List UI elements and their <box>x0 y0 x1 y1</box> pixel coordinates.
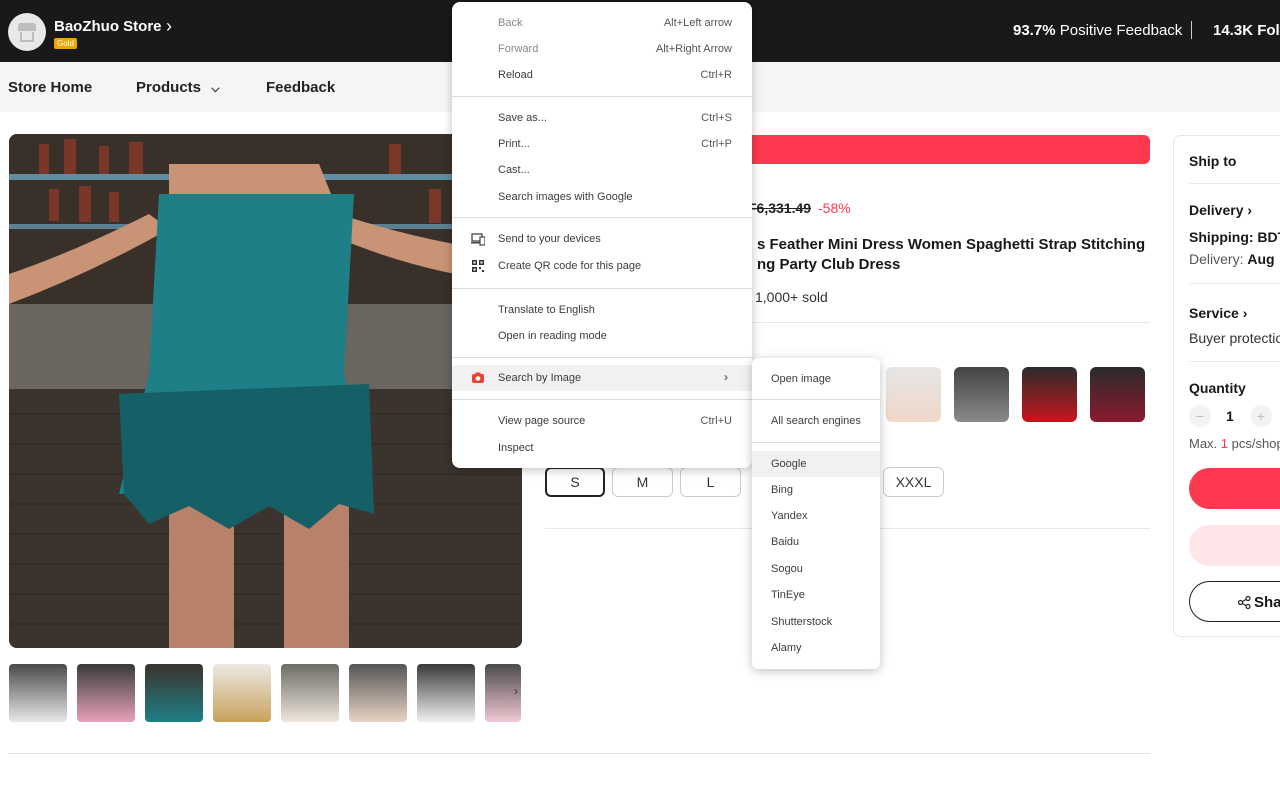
add-to-cart-button[interactable] <box>1189 525 1280 566</box>
nav-products-label: Products <box>136 79 202 96</box>
promo-banner <box>700 135 1150 164</box>
menu-item-back[interactable]: Back Alt+Left arrow <box>452 10 752 36</box>
product-title: s Feather Mini Dress Women Spaghetti Str… <box>757 236 1146 273</box>
discount-badge: -58% <box>818 200 851 216</box>
color-option-champagne[interactable] <box>886 367 941 422</box>
chevron-right-icon: › <box>1247 202 1253 218</box>
quantity-decrease-button[interactable]: − <box>1189 405 1211 427</box>
color-option-burgundy[interactable] <box>1090 367 1145 422</box>
delivery-estimate: Delivery: Aug <box>1189 251 1275 267</box>
submenu-item-alamy[interactable]: Alamy <box>752 635 880 661</box>
menu-item-reading-mode[interactable]: Open in reading mode <box>452 323 752 349</box>
divider <box>1189 183 1280 184</box>
sold-count: 1,000+ sold <box>755 289 828 305</box>
size-option-m[interactable]: M <box>612 467 673 497</box>
menu-separator <box>752 399 880 400</box>
menu-separator <box>452 288 752 289</box>
thumbnail-2[interactable] <box>77 664 135 722</box>
menu-item-cast[interactable]: Cast... <box>452 157 752 183</box>
submenu-item-bing[interactable]: Bing <box>752 477 880 503</box>
menu-separator <box>452 217 752 218</box>
submenu-item-open-image[interactable]: Open image <box>752 366 880 392</box>
nav-feedback[interactable]: Feedback <box>266 79 335 96</box>
menu-item-search-images-google[interactable]: Search images with Google <box>452 184 752 210</box>
search-by-image-submenu: Open image All search engines Google Bin… <box>752 358 880 669</box>
thumbnail-strip: › <box>9 664 521 722</box>
share-icon <box>1238 596 1251 609</box>
quantity-value[interactable]: 1 <box>1226 408 1234 424</box>
chevron-right-icon[interactable]: › <box>166 16 172 37</box>
delivery-label[interactable]: Delivery › <box>1189 202 1252 218</box>
menu-item-create-qr[interactable]: Create QR code for this page <box>452 253 752 279</box>
camera-icon <box>472 372 484 383</box>
thumbnail-6[interactable] <box>349 664 407 722</box>
original-price: F6,331.49 <box>748 200 812 216</box>
share-button[interactable]: Sha <box>1189 581 1280 622</box>
gold-badge: Gold <box>54 38 77 49</box>
size-option-s[interactable]: S <box>545 467 605 497</box>
positive-feedback-stat: 93.7% Positive Feedback <box>1013 22 1182 39</box>
submenu-item-yandex[interactable]: Yandex <box>752 503 880 529</box>
thumbnail-4[interactable] <box>213 664 271 722</box>
menu-item-save-as[interactable]: Save as... Ctrl+S <box>452 105 752 131</box>
submenu-item-google[interactable]: Google <box>752 451 880 477</box>
store-logo[interactable] <box>8 13 46 51</box>
thumbnail-1[interactable] <box>9 664 67 722</box>
menu-item-send-to-devices[interactable]: Send to your devices <box>452 226 752 252</box>
store-name[interactable]: BaoZhuo Store <box>54 18 162 35</box>
ship-to-label[interactable]: Ship to <box>1189 153 1236 169</box>
service-label[interactable]: Service › <box>1189 305 1247 321</box>
feedback-value: 93.7% <box>1013 22 1056 39</box>
chevron-right-icon[interactable]: › <box>509 684 521 702</box>
divider <box>1189 283 1280 284</box>
submenu-item-shutterstock[interactable]: Shutterstock <box>752 609 880 635</box>
divider <box>752 322 1150 323</box>
thumbnail-7[interactable] <box>417 664 475 722</box>
submenu-item-sogou[interactable]: Sogou <box>752 556 880 582</box>
max-quantity-note: Max. 1 pcs/shop <box>1189 436 1280 451</box>
menu-separator <box>752 442 880 443</box>
quantity-increase-button[interactable]: + <box>1250 405 1272 427</box>
stat-divider <box>1191 21 1192 39</box>
menu-item-print[interactable]: Print... Ctrl+P <box>452 131 752 157</box>
submenu-item-tineye[interactable]: TinEye <box>752 582 880 608</box>
feedback-label: Positive Feedback <box>1059 22 1183 39</box>
menu-separator <box>452 357 752 358</box>
menu-item-forward[interactable]: Forward Alt+Right Arrow <box>452 36 752 62</box>
size-option-l[interactable]: L <box>680 467 741 497</box>
share-label: Sha <box>1254 594 1280 611</box>
thumbnail-5[interactable] <box>281 664 339 722</box>
color-option-red[interactable] <box>1022 367 1077 422</box>
followers-stat: 14.3K Follo <box>1213 22 1280 39</box>
main-product-image[interactable] <box>9 134 522 648</box>
menu-separator <box>452 399 752 400</box>
devices-icon <box>471 233 485 246</box>
submenu-item-baidu[interactable]: Baidu <box>752 529 880 555</box>
menu-separator <box>452 96 752 97</box>
menu-item-reload[interactable]: Reload Ctrl+R <box>452 62 752 88</box>
size-option-xxxl[interactable]: XXXL <box>883 467 944 497</box>
purchase-panel: Ship to Delivery › Shipping: BDT Deliver… <box>1173 135 1280 637</box>
shipping-fee: Shipping: BDT <box>1189 229 1280 245</box>
thumbnail-3[interactable] <box>145 664 203 722</box>
menu-item-inspect[interactable]: Inspect <box>452 435 752 461</box>
nav-products[interactable]: Products ⌵ <box>136 79 220 96</box>
chevron-down-icon: ⌵ <box>211 83 220 95</box>
section-divider <box>8 753 1150 754</box>
submenu-item-all-engines[interactable]: All search engines <box>752 408 880 434</box>
divider <box>1189 361 1280 362</box>
color-option-silver[interactable] <box>954 367 1009 422</box>
menu-item-search-by-image[interactable]: Search by Image › <box>452 365 752 391</box>
context-menu: Back Alt+Left arrow Forward Alt+Right Arro… <box>452 2 752 468</box>
nav-store-home[interactable]: Store Home <box>8 79 92 96</box>
buy-now-button[interactable] <box>1189 468 1280 509</box>
chevron-right-icon: › <box>1242 305 1248 321</box>
chevron-right-icon: › <box>724 370 728 384</box>
qr-code-icon <box>472 260 484 272</box>
menu-item-translate[interactable]: Translate to English <box>452 297 752 323</box>
menu-item-view-source[interactable]: View page source Ctrl+U <box>452 408 752 434</box>
buyer-protection: Buyer protectio <box>1189 330 1280 346</box>
quantity-label: Quantity <box>1189 380 1246 396</box>
